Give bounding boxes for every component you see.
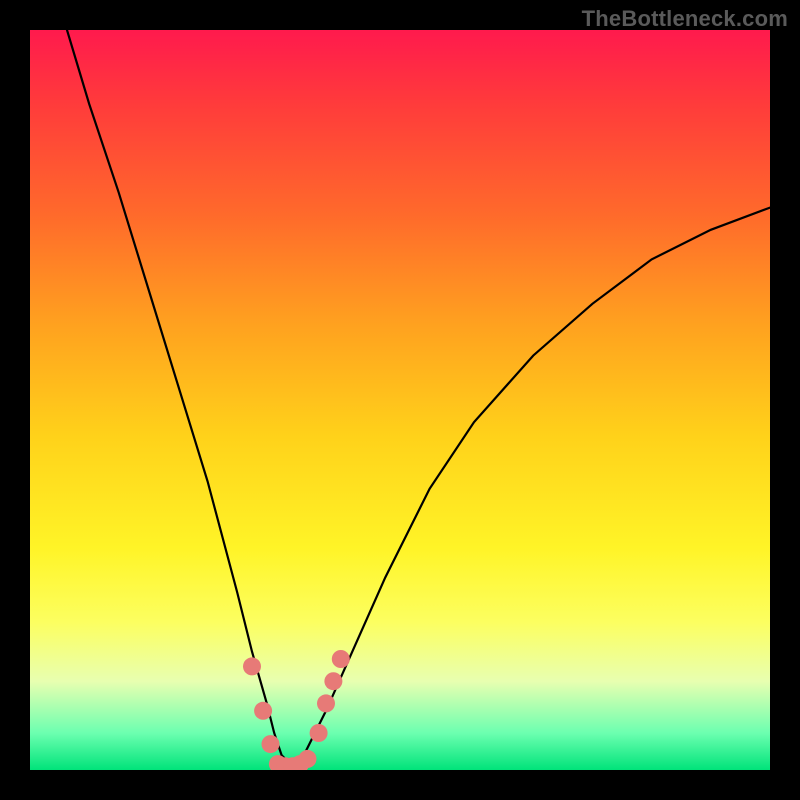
threshold-dot — [324, 672, 342, 690]
threshold-dot — [299, 750, 317, 768]
threshold-dot — [262, 735, 280, 753]
chart-svg — [30, 30, 770, 770]
threshold-dot — [310, 724, 328, 742]
threshold-dot — [254, 702, 272, 720]
threshold-dot — [332, 650, 350, 668]
threshold-dots-group — [243, 650, 350, 770]
plot-area — [30, 30, 770, 770]
bottleneck-curve — [67, 30, 770, 763]
threshold-dot — [243, 657, 261, 675]
threshold-dot — [317, 694, 335, 712]
chart-frame: TheBottleneck.com — [0, 0, 800, 800]
watermark-text: TheBottleneck.com — [582, 6, 788, 32]
